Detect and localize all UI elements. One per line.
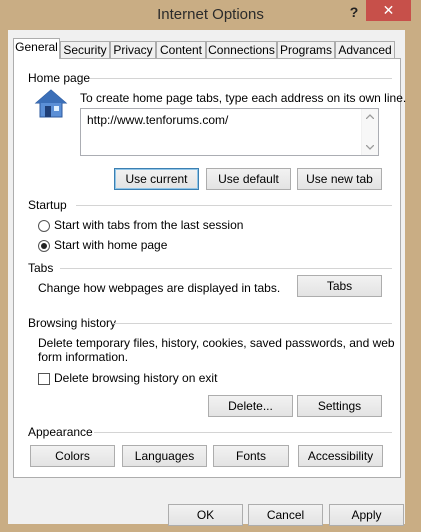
browsing-history-group-label: Browsing history [28, 316, 117, 330]
delete-button[interactable]: Delete... [208, 395, 293, 417]
browsing-history-divider [114, 323, 392, 324]
tab-content[interactable]: Content [156, 41, 206, 58]
ok-button[interactable]: OK [168, 504, 243, 526]
url-field-scrollbar[interactable] [361, 109, 378, 155]
tabs-button[interactable]: Tabs [297, 275, 382, 297]
tab-security[interactable]: Security [60, 41, 110, 58]
close-button[interactable]: ✕ [366, 0, 411, 21]
tab-connections[interactable]: Connections [206, 41, 277, 58]
startup-home-page-radio[interactable] [38, 240, 50, 252]
tab-privacy[interactable]: Privacy [110, 41, 156, 58]
appearance-divider [94, 432, 392, 433]
delete-on-exit-label[interactable]: Delete browsing history on exit [54, 371, 217, 385]
startup-group-label: Startup [28, 198, 67, 212]
colors-button[interactable]: Colors [30, 445, 115, 467]
cancel-button[interactable]: Cancel [248, 504, 323, 526]
tabs-description: Change how webpages are displayed in tab… [38, 281, 281, 295]
tab-advanced[interactable]: Advanced [335, 41, 395, 58]
browsing-history-description-line2: form information. [38, 350, 129, 364]
settings-button[interactable]: Settings [297, 395, 382, 417]
help-button[interactable]: ? [345, 2, 363, 22]
tab-programs[interactable]: Programs [277, 41, 335, 58]
fonts-button[interactable]: Fonts [213, 445, 289, 467]
house-icon [34, 89, 68, 118]
home-page-url-field[interactable]: http://www.tenforums.com/ [80, 108, 379, 156]
home-page-divider [90, 78, 392, 79]
scroll-down-icon[interactable] [366, 145, 374, 150]
startup-last-session-label[interactable]: Start with tabs from the last session [54, 218, 243, 232]
appearance-group-label: Appearance [28, 425, 93, 439]
use-default-button[interactable]: Use default [206, 168, 291, 190]
internet-options-window: Internet Options ? ✕ General Security Pr… [0, 0, 421, 532]
tabs-group-label: Tabs [28, 261, 54, 275]
tab-general[interactable]: General [13, 38, 60, 59]
tab-strip: General Security Privacy Content Connect… [8, 38, 405, 60]
home-page-group-label: Home page [28, 71, 91, 85]
scroll-up-icon[interactable] [366, 114, 374, 119]
delete-on-exit-checkbox[interactable] [38, 373, 50, 385]
general-tab-panel: Home page To create home page tabs, type… [13, 58, 406, 478]
startup-divider [76, 205, 392, 206]
startup-home-page-label[interactable]: Start with home page [54, 238, 167, 252]
use-current-button[interactable]: Use current [114, 168, 199, 190]
accessibility-button[interactable]: Accessibility [298, 445, 383, 467]
apply-button[interactable]: Apply [329, 504, 404, 526]
home-page-url-text: http://www.tenforums.com/ [87, 113, 229, 127]
languages-button[interactable]: Languages [122, 445, 207, 467]
browsing-history-description-line1: Delete temporary files, history, cookies… [38, 336, 395, 350]
dialog-client: General Security Privacy Content Connect… [8, 30, 406, 526]
startup-last-session-radio[interactable] [38, 220, 50, 232]
tabs-divider [60, 268, 392, 269]
home-page-description: To create home page tabs, type each addr… [80, 91, 407, 105]
use-new-tab-button[interactable]: Use new tab [297, 168, 382, 190]
title-bar[interactable]: Internet Options ? ✕ [0, 0, 421, 30]
